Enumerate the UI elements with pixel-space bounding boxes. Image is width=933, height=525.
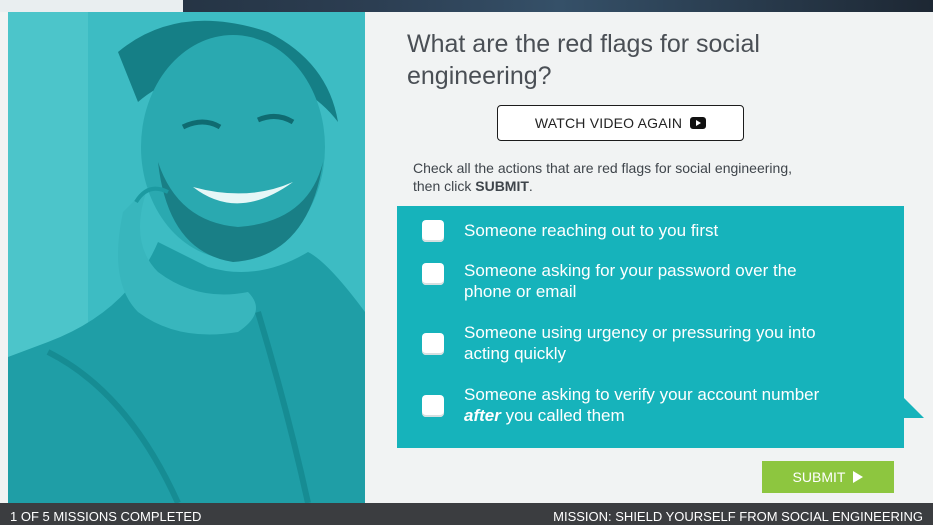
person-illustration — [8, 12, 365, 503]
option-label: Someone reaching out to you first — [464, 220, 884, 241]
options-panel-tail — [904, 398, 924, 418]
option-label: Someone asking to verify your account nu… — [464, 384, 884, 426]
submit-button[interactable]: SUBMIT — [762, 461, 894, 493]
watch-video-label: WATCH VIDEO AGAIN — [534, 115, 683, 131]
mission-progress: 1 OF 5 MISSIONS COMPLETED — [10, 509, 202, 524]
option-checkbox[interactable] — [422, 263, 444, 285]
option-label-line-1: Someone asking to verify your account nu… — [464, 385, 820, 404]
question-title: What are the red flags for social engine… — [407, 28, 837, 92]
footer-bar: 1 OF 5 MISSIONS COMPLETED MISSION: SHIEL… — [0, 503, 933, 525]
person-photo — [8, 12, 365, 503]
youtube-play-icon — [690, 117, 707, 129]
option-label: Someone using urgency or pressuring you … — [464, 322, 884, 364]
option-checkbox[interactable] — [422, 220, 444, 242]
question-line-2: engineering? — [407, 62, 552, 90]
option-label-line-2: phone or email — [464, 282, 577, 301]
mission-title: MISSION: SHIELD YOURSELF FROM SOCIAL ENG… — [553, 509, 923, 524]
submit-label: SUBMIT — [792, 469, 846, 485]
option-checkbox[interactable] — [422, 333, 444, 355]
option-label-line-2: acting quickly — [464, 344, 567, 363]
option-checkbox[interactable] — [422, 395, 444, 417]
options-panel: Someone reaching out to you first Someon… — [397, 206, 904, 448]
option-urgency-pressure[interactable]: Someone using urgency or pressuring you … — [422, 322, 884, 364]
question-line-1: What are the red flags for social — [407, 30, 760, 58]
instructions-line-2-prefix: then click — [413, 178, 476, 194]
option-reaching-out-first[interactable]: Someone reaching out to you first — [422, 220, 884, 242]
option-label-line-1: Someone reaching out to you first — [464, 221, 719, 240]
instructions-text: Check all the actions that are red flags… — [413, 159, 873, 195]
play-icon — [853, 471, 864, 483]
question-card: What are the red flags for social engine… — [0, 12, 933, 503]
instructions-line-2-suffix: . — [528, 178, 533, 194]
watch-video-again-button[interactable]: WATCH VIDEO AGAIN — [497, 105, 744, 141]
option-verify-account-number[interactable]: Someone asking to verify your account nu… — [422, 384, 884, 426]
option-asking-password[interactable]: Someone asking for your password over th… — [422, 260, 884, 302]
option-label-line-2: you called them — [500, 406, 625, 425]
instructions-line-1: Check all the actions that are red flags… — [413, 160, 792, 176]
top-banner-left — [0, 0, 183, 12]
option-label-line-1: Someone asking for your password over th… — [464, 261, 797, 280]
option-label: Someone asking for your password over th… — [464, 260, 884, 302]
option-label-line-1: Someone using urgency or pressuring you … — [464, 323, 816, 342]
option-label-emphasis: after — [464, 406, 501, 425]
instructions-submit-word: SUBMIT — [475, 178, 529, 194]
